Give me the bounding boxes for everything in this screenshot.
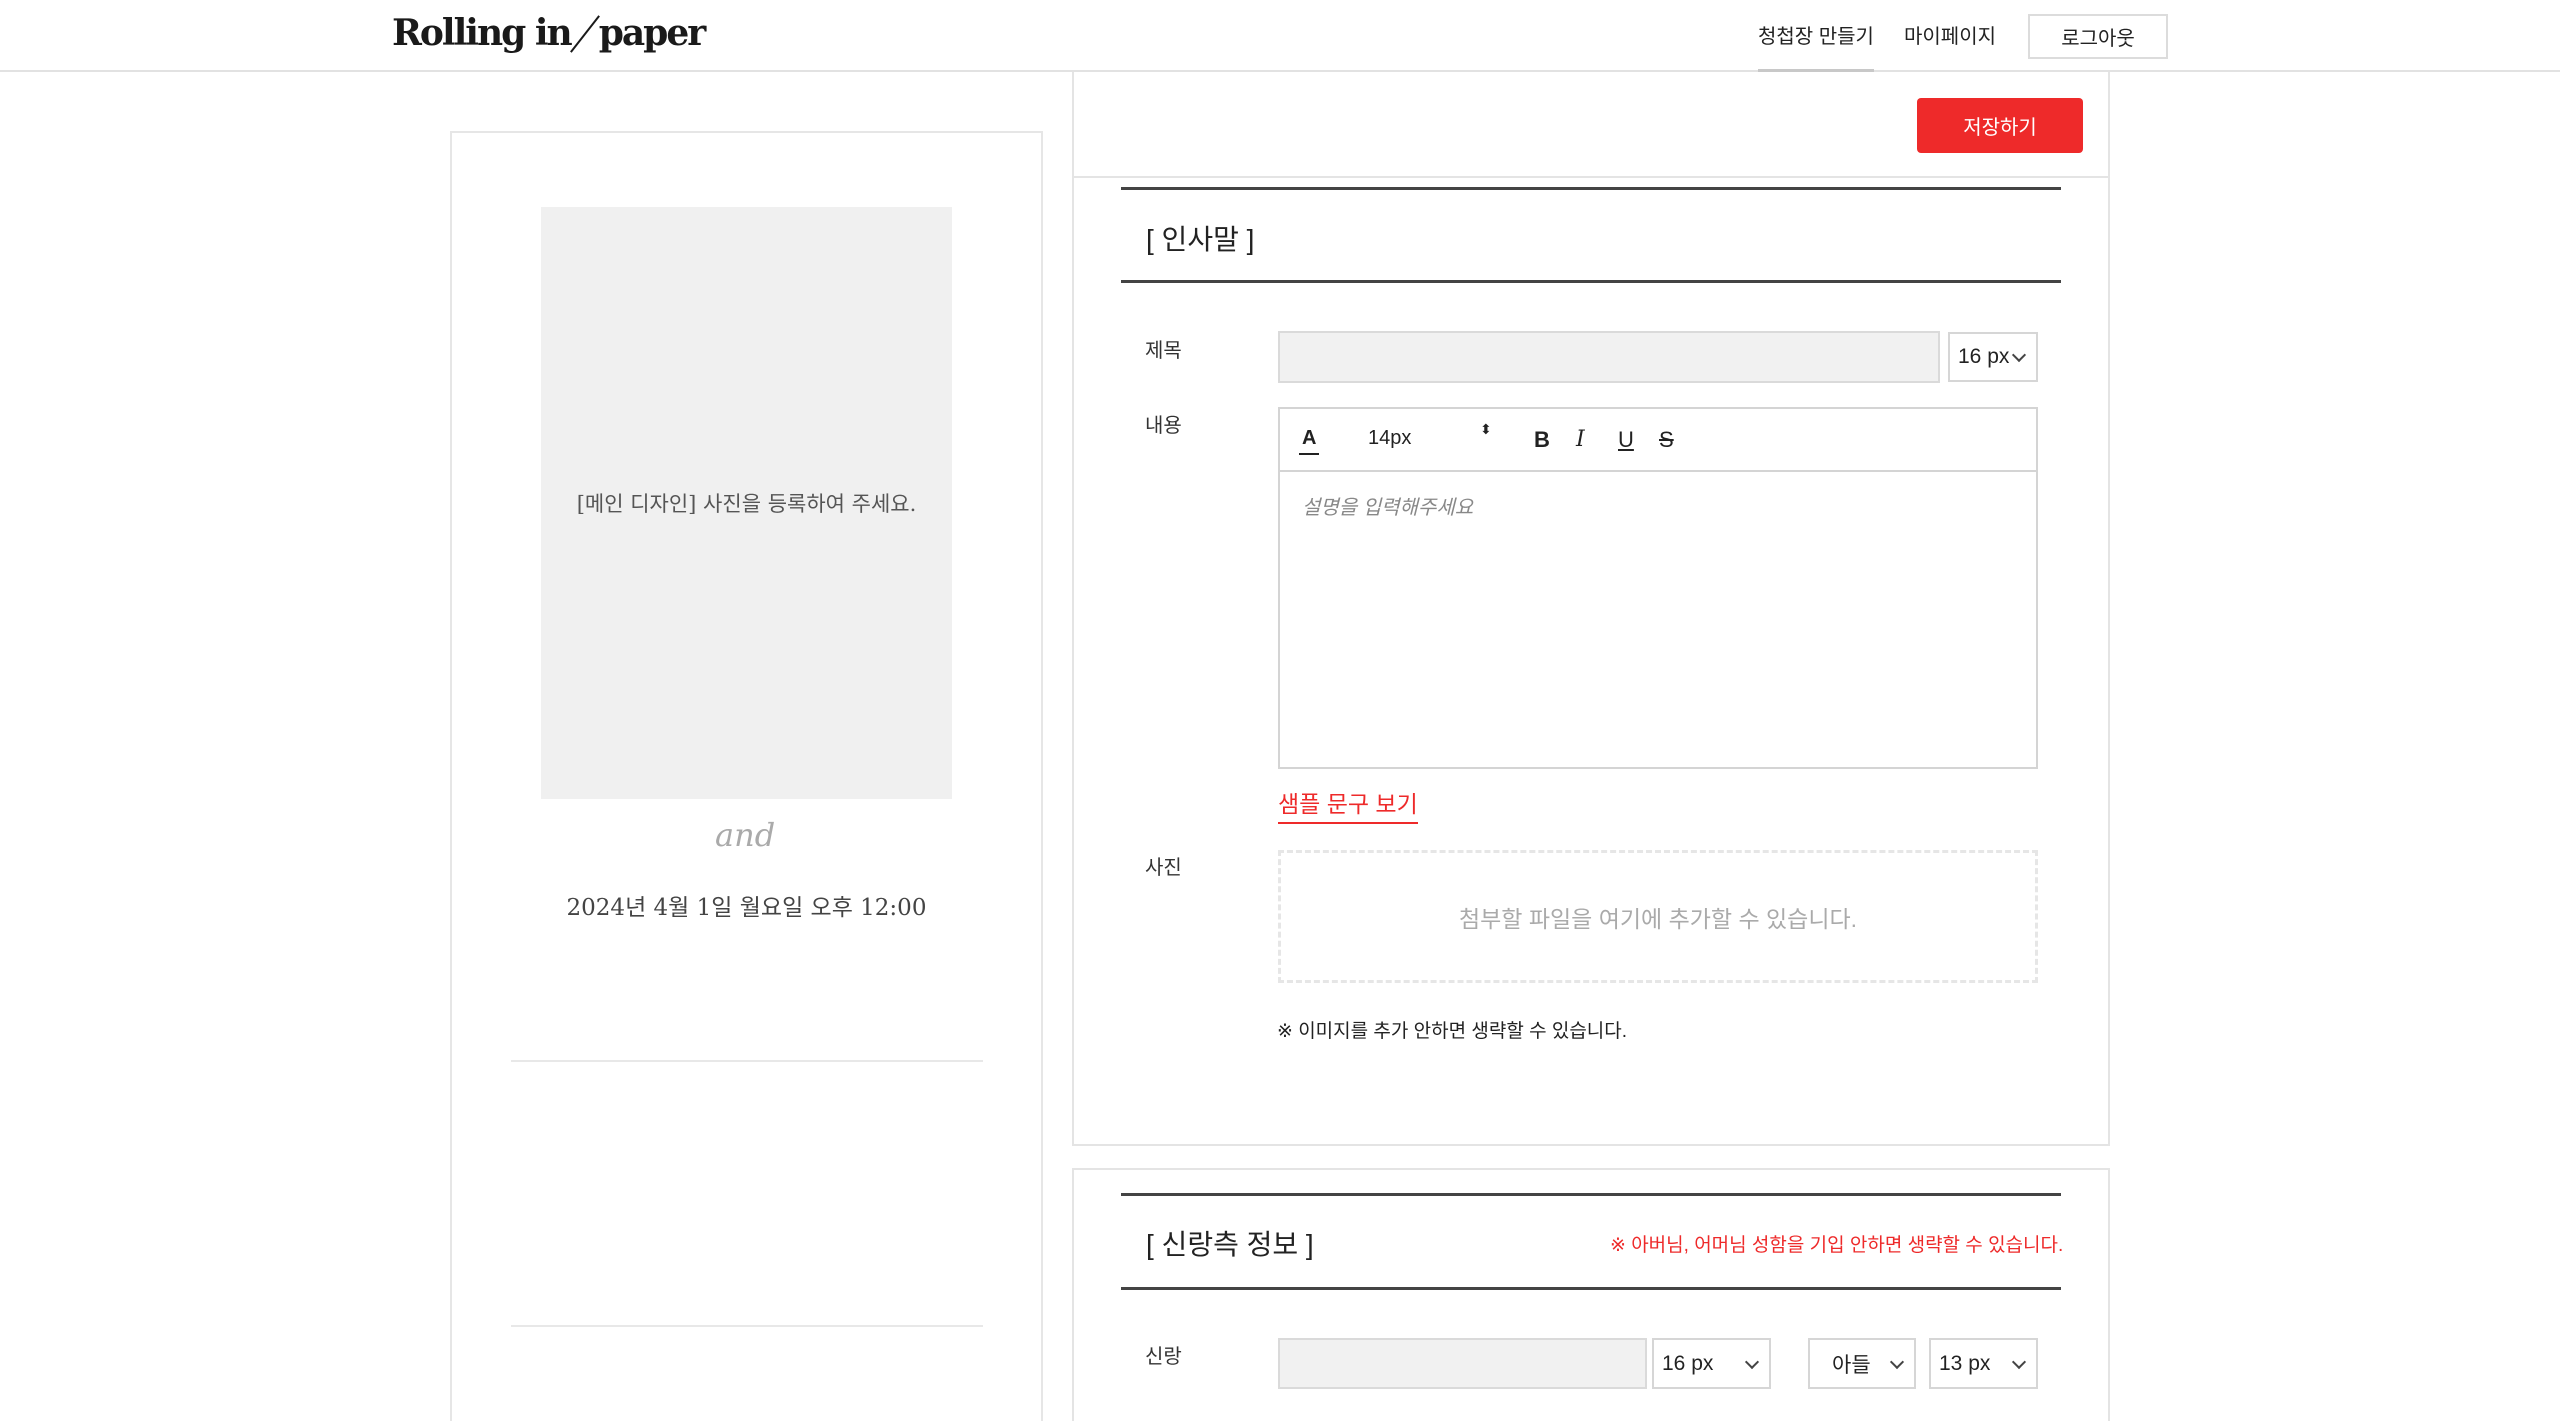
groom-relation-size-value: 13 px <box>1939 1351 1991 1375</box>
preview-photo-placeholder: [메인 디자인] 사진을 등록하여 주세요. <box>541 207 952 799</box>
font-size-select[interactable]: 14px <box>1368 427 1411 450</box>
logo-slash <box>571 13 599 53</box>
dropzone-text: 첨부할 파일을 여기에 추가할 수 있습니다. <box>1458 905 1858 932</box>
chevron-down-icon <box>2011 1354 2027 1369</box>
greeting-title-label: 제목 <box>1145 340 1182 362</box>
groom-name-label: 신랑 <box>1145 1346 1182 1368</box>
greeting-content-placeholder: 설명을 입력해주세요 <box>1302 497 1474 519</box>
preview-divider <box>511 1060 983 1062</box>
font-size-stepper-icon[interactable]: ⬍ <box>1480 422 1492 436</box>
italic-icon[interactable]: I <box>1576 427 1585 452</box>
logout-button[interactable]: 로그아웃 <box>2028 14 2168 59</box>
groom-relation-value: 아들 <box>1832 1353 1871 1377</box>
groom-name-size-select[interactable]: 16 px <box>1652 1338 1771 1389</box>
greeting-section-title: [ 인사말 ] <box>1146 224 1255 255</box>
section-top-rule <box>1121 187 2061 190</box>
site-logo[interactable]: Rolling in paper <box>392 12 707 54</box>
groom-name-size-value: 16 px <box>1662 1351 1714 1375</box>
groom-section-title: [ 신랑측 정보 ] <box>1146 1229 1314 1260</box>
save-button[interactable]: 저장하기 <box>1917 98 2083 153</box>
editor-toolbar: A 14px ⬍ B I U S <box>1280 409 2036 472</box>
bold-icon[interactable]: B <box>1534 427 1550 453</box>
preview-date: 2024년 4월 1일 월요일 오후 12:00 <box>566 895 927 921</box>
greeting-title-size-select[interactable]: 16 px <box>1948 332 2038 382</box>
preview-divider <box>511 1325 983 1327</box>
photo-optional-note: ※ 이미지를 추가 안하면 생략할 수 있습니다. <box>1277 1021 1628 1042</box>
logo-text-right: paper <box>598 12 707 54</box>
groom-relation-size-select[interactable]: 13 px <box>1929 1338 2038 1389</box>
groom-name-input[interactable] <box>1278 1338 1647 1389</box>
section-bottom-rule <box>1121 280 2061 283</box>
chevron-down-icon <box>2011 347 2027 363</box>
photo-dropzone[interactable]: 첨부할 파일을 여기에 추가할 수 있습니다. <box>1278 850 2038 983</box>
underline-icon[interactable]: U <box>1618 427 1634 453</box>
section-bottom-rule <box>1121 1287 2061 1290</box>
groom-relation-select[interactable]: 아들 <box>1808 1338 1916 1389</box>
greeting-title-size-value: 16 px <box>1958 345 2010 368</box>
section-top-rule <box>1121 1193 2061 1196</box>
preview-photo-text: [메인 디자인] 사진을 등록하여 주세요. <box>576 492 917 516</box>
strikethrough-icon[interactable]: S <box>1659 427 1674 453</box>
greeting-content-editor[interactable]: A 14px ⬍ B I U S 설명을 입력해주세요 <box>1278 407 2038 769</box>
sample-text-link[interactable]: 샘플 문구 보기 <box>1278 785 1418 824</box>
chevron-down-icon <box>1744 1354 1760 1369</box>
nav-make-invitation[interactable]: 청첩장 만들기 <box>1758 20 1874 72</box>
nav-mypage[interactable]: 마이페이지 <box>1904 20 1996 49</box>
greeting-photo-label: 사진 <box>1145 857 1182 879</box>
chevron-down-icon <box>1889 1354 1905 1369</box>
logo-text-left: Rolling in <box>392 12 573 54</box>
top-header: Rolling in paper 청첩장 만들기 마이페이지 로그아웃 <box>0 0 2560 72</box>
text-color-icon[interactable]: A <box>1298 427 1320 455</box>
greeting-content-label: 내용 <box>1145 415 1182 437</box>
preview-and-text: and <box>715 816 776 854</box>
groom-optional-note: ※ 아버님, 어머님 성함을 기입 안하면 생략할 수 있습니다. <box>1610 1235 2064 1256</box>
greeting-title-input[interactable] <box>1278 331 1940 383</box>
